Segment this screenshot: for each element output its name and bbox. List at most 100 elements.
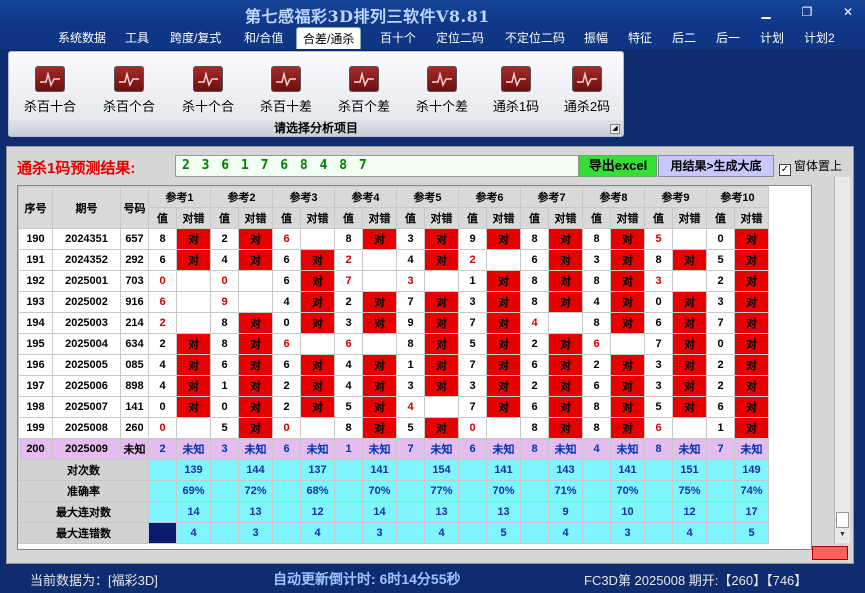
col-value[interactable]: 值 [396,207,425,229]
cell-hit: 对 [734,375,769,397]
menu-item[interactable]: 振幅 [578,27,614,49]
menu-item[interactable]: 特征 [622,27,658,49]
table-row[interactable]: 190 2024351 657 8 对 2 对 6 8 对 3 对 9 对 8 对 8 对 5 0 对 [18,228,769,250]
table-row[interactable]: 193 2025002 916 6 9 4 对 2 对 7 对 3 对 8 对 4 对 0 对 3 对 [18,291,769,313]
cell-value: 6 [272,228,301,250]
restore-icon[interactable]: ❐ [797,4,817,20]
col-result[interactable]: 对错 [548,207,583,229]
col-ref[interactable]: 参考8 [582,186,645,208]
stats-spacer [458,501,487,523]
cell-code: 260 [120,417,149,439]
menu-item[interactable]: 百十个 [374,27,422,49]
cell-hit: 对 [486,375,521,397]
col-ref[interactable]: 参考9 [644,186,707,208]
col-period[interactable]: 期号 [52,186,121,229]
col-ref[interactable]: 参考2 [210,186,273,208]
cell-hit: 对 [610,312,645,334]
col-result[interactable]: 对错 [176,207,211,229]
cell-seq: 197 [18,375,53,397]
col-value[interactable]: 值 [210,207,239,229]
table-row[interactable]: 197 2025006 898 4 对 1 对 2 对 4 对 3 对 3 对 2 对 6 对 3 对 2 对 [18,375,769,397]
col-value[interactable]: 值 [706,207,735,229]
table-row[interactable]: 196 2025005 085 4 对 6 对 6 对 4 对 1 对 7 对 6 对 2 对 3 对 2 对 [18,354,769,376]
cell-value: 6 [148,249,177,271]
menu-item[interactable]: 后二 [666,27,702,49]
cell-seq: 200 [18,438,53,460]
col-seq[interactable]: 序号 [18,186,53,229]
selected-cell[interactable] [148,522,177,544]
table-row[interactable]: 192 2025001 703 0 0 6 对 7 3 1 对 8 对 8 对 3 2 对 [18,270,769,292]
window-topmost-checkbox[interactable]: ✓ 窗体置上 [779,157,842,176]
menu-item[interactable]: 和/合值 [238,27,289,49]
table-row[interactable]: 195 2025004 634 2 对 8 对 6 6 8 对 5 对 2 对 6 7 对 0 对 [18,333,769,355]
close-icon[interactable]: ✕ [838,4,858,20]
menu-item[interactable]: 系统数据 [52,27,112,49]
generate-result-button[interactable]: 用结果>生成大底 [658,155,774,177]
cell-value: 2 [148,312,177,334]
col-ref[interactable]: 参考1 [148,186,211,208]
cell-miss [610,333,645,355]
col-code[interactable]: 号码 [120,186,149,229]
stats-spacer [644,459,673,481]
col-value[interactable]: 值 [582,207,611,229]
ribbon-button[interactable]: 杀百个差 [329,66,399,115]
ribbon-button[interactable]: 杀百个合 [94,66,164,115]
stats-spacer [582,459,611,481]
ribbon-button[interactable]: 通杀2码 [552,66,622,115]
ribbon-button[interactable]: 杀百十差 [251,66,321,115]
cell-value: 8 [520,270,549,292]
col-ref[interactable]: 参考5 [396,186,459,208]
col-value[interactable]: 值 [644,207,673,229]
col-result[interactable]: 对错 [424,207,459,229]
col-result[interactable]: 对错 [734,207,769,229]
col-result[interactable]: 对错 [672,207,707,229]
col-result[interactable]: 对错 [362,207,397,229]
col-result[interactable]: 对错 [238,207,273,229]
ribbon-button[interactable]: 杀十个差 [407,66,477,115]
cell-value: 8 [396,333,425,355]
ribbon-button[interactable]: 通杀1码 [481,66,551,115]
col-value[interactable]: 值 [272,207,301,229]
table-row[interactable]: 191 2024352 292 6 对 4 对 6 对 2 4 对 2 6 对 3 对 8 对 5 对 [18,249,769,271]
pending-row[interactable]: 200 2025009 未知 2 未知 3 未知 6 未知 1 未知 7 未知 6 未知 8 未知 4 未知 8 未知 7… [18,438,769,460]
col-ref[interactable]: 参考3 [272,186,335,208]
menu-item[interactable]: 工具 [119,27,155,49]
menu-item[interactable]: 合差/通杀 [296,27,362,49]
table-row[interactable]: 194 2025003 214 2 8 对 0 对 3 对 9 对 7 对 4 8 对 6 对 7 对 [18,312,769,334]
col-value[interactable]: 值 [148,207,177,229]
scroll-down-icon[interactable]: ▼ [836,529,849,541]
col-result[interactable]: 对错 [486,207,521,229]
table-row[interactable]: 198 2025007 141 0 对 0 对 2 对 5 对 4 7 对 6 对 8 对 5 对 6 对 [18,396,769,418]
stats-row: 准确率 69% 72% 68% 70% 77% 70% 71% 70% 75% 74% [18,480,769,502]
menu-item[interactable]: 计划2 [798,27,841,49]
prediction-numbers[interactable]: 2 3 6 1 7 6 8 4 8 7 [175,155,579,177]
menu-item[interactable]: 计划 [754,27,790,49]
col-value[interactable]: 值 [458,207,487,229]
col-ref[interactable]: 参考7 [520,186,583,208]
col-result[interactable]: 对错 [300,207,335,229]
col-ref[interactable]: 参考6 [458,186,521,208]
ribbon-launcher-icon[interactable]: ◢ [610,124,620,134]
vertical-scrollbar[interactable]: ▼ [834,177,850,543]
menu-item[interactable]: 后一 [710,27,746,49]
cell-unknown: 未知 [238,438,273,460]
cell-hit: 对 [362,291,397,313]
cell-value: 8 [334,228,363,250]
stats-spacer [334,522,363,544]
checkbox-box[interactable]: ✓ [779,164,791,176]
ribbon-button[interactable]: 杀十个合 [173,66,243,115]
table-row[interactable]: 199 2025008 260 0 5 对 0 8 对 5 对 0 8 对 8 对 6 1 对 [18,417,769,439]
stats-value: 9 [548,501,583,523]
scrollbar-thumb[interactable] [836,512,849,528]
export-excel-button[interactable]: 导出excel [579,155,657,177]
minimize-icon[interactable]: ▁ [756,4,776,20]
col-ref[interactable]: 参考4 [334,186,397,208]
col-ref[interactable]: 参考10 [706,186,769,208]
col-value[interactable]: 值 [334,207,363,229]
menu-item[interactable]: 跨度/复式 [164,27,227,49]
menu-item[interactable]: 不定位二码 [499,27,571,49]
col-result[interactable]: 对错 [610,207,645,229]
col-value[interactable]: 值 [520,207,549,229]
ribbon-button[interactable]: 杀百十合 [15,66,85,115]
menu-item[interactable]: 定位二码 [430,27,490,49]
